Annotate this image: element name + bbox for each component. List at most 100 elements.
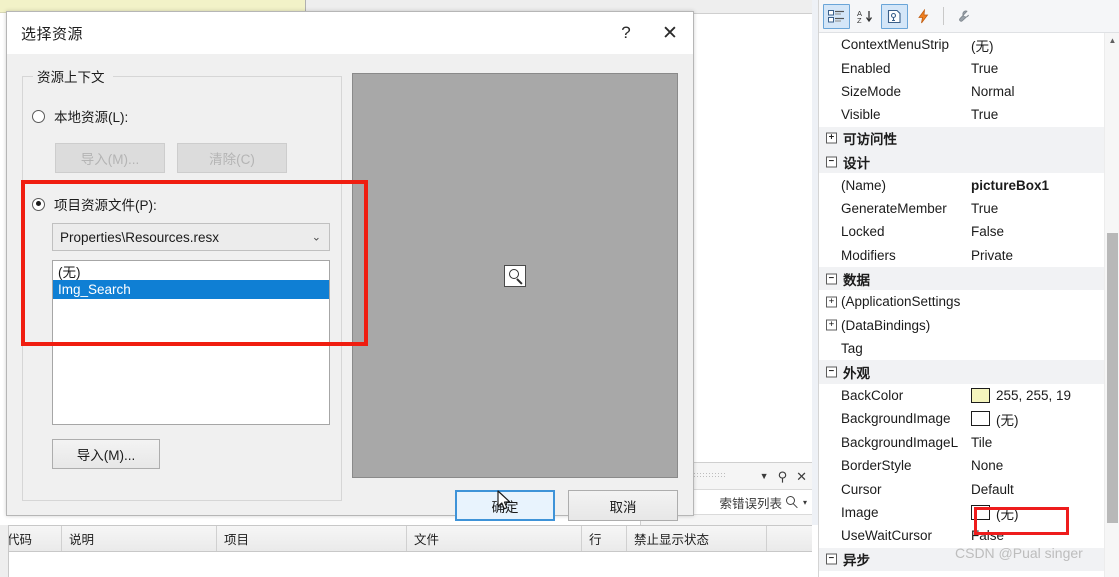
radio-indicator[interactable] [32, 109, 45, 123]
close-icon[interactable]: ✕ [647, 12, 693, 54]
property-row[interactable]: Tag [819, 337, 1119, 361]
magnifier-icon[interactable] [785, 495, 799, 509]
project-import-button[interactable]: 导入(M)... [52, 439, 160, 469]
scrollbar-thumb[interactable] [1107, 233, 1118, 523]
property-value[interactable]: Normal [971, 84, 1119, 99]
property-value[interactable]: pictureBox1 [971, 178, 1119, 193]
property-row[interactable]: ContextMenuStrip (无) [819, 33, 1119, 57]
close-icon[interactable]: ✕ [796, 470, 807, 483]
scroll-up-icon[interactable]: ▲ [1105, 33, 1119, 48]
error-list-grid: 代码 说明 项目 文件 行 禁止显示状态 [0, 525, 812, 577]
property-row[interactable]: Locked False [819, 220, 1119, 244]
column-header-line[interactable]: 行 [582, 526, 627, 551]
property-row[interactable]: (Name) pictureBox1 [819, 173, 1119, 197]
collapse-icon[interactable]: − [826, 366, 837, 378]
radio-indicator[interactable] [32, 197, 45, 211]
resource-file-value: Properties\Resources.resx [60, 229, 220, 245]
radio-project-resource-file[interactable]: 项目资源文件(P): [32, 194, 157, 214]
resource-list-item[interactable]: Img_Search [53, 280, 329, 299]
property-row[interactable]: BackgroundImage (无) [819, 407, 1119, 431]
alphabetical-sort-icon[interactable]: A Z [852, 4, 879, 29]
property-value-text: pictureBox1 [971, 177, 1050, 193]
property-category-row[interactable]: − 外观 [819, 360, 1119, 384]
property-category-row[interactable]: − 异步 [819, 547, 1119, 571]
column-header-suppression-state[interactable]: 禁止显示状态 [627, 526, 767, 551]
property-value[interactable]: None [971, 458, 1119, 473]
collapse-icon[interactable]: − [826, 273, 837, 285]
property-value[interactable]: (无) [971, 35, 1119, 55]
local-clear-button: 清除(C) [177, 143, 287, 173]
property-row[interactable]: GenerateMember True [819, 196, 1119, 221]
search-options-chevron-down-icon[interactable]: ▾ [803, 498, 807, 507]
help-icon[interactable]: ? [605, 12, 647, 54]
property-category-row[interactable]: − 设计 [819, 149, 1119, 174]
ok-button[interactable]: 确定 [455, 490, 555, 521]
property-name: BackgroundImageL [841, 434, 959, 450]
property-value[interactable]: (无) [971, 409, 1119, 429]
events-lightning-icon[interactable] [910, 4, 937, 29]
resource-listbox[interactable]: (无) Img_Search [52, 260, 330, 425]
property-value-text: Private [971, 247, 1014, 263]
resource-list-item[interactable]: (无) [53, 261, 329, 280]
property-row[interactable]: BackgroundImageL Tile [819, 430, 1119, 455]
column-header-code[interactable]: 代码 [0, 526, 62, 551]
property-row[interactable]: Cursor Default [819, 477, 1119, 501]
local-clear-label: 清除(C) [209, 152, 255, 167]
cancel-button[interactable]: 取消 [568, 490, 678, 521]
property-value[interactable]: False [971, 528, 1119, 543]
property-value[interactable]: True [971, 107, 1119, 122]
property-value[interactable]: Private [971, 248, 1119, 263]
property-row[interactable]: + (DataBindings) [819, 313, 1119, 338]
expand-icon[interactable]: + [826, 132, 837, 144]
property-value[interactable]: 255, 255, 19 [971, 388, 1119, 404]
property-value-text: 255, 255, 19 [996, 388, 1072, 404]
property-value-text: Tile [971, 434, 993, 450]
property-row[interactable]: Enabled True [819, 56, 1119, 80]
pin-icon[interactable]: ⚲ [778, 470, 788, 483]
property-row[interactable]: Modifiers Private [819, 243, 1119, 267]
property-value[interactable]: True [971, 201, 1119, 216]
resource-file-dropdown[interactable]: Properties\Resources.resx ⌄ [52, 223, 330, 251]
column-header-file[interactable]: 文件 [407, 526, 582, 551]
property-pages-wrench-icon[interactable] [950, 4, 977, 29]
project-import-label: 导入(M)... [76, 448, 136, 463]
property-name: (ApplicationSettings [841, 294, 961, 310]
property-value[interactable]: (无) [971, 503, 1119, 523]
collapse-icon[interactable]: − [826, 553, 837, 565]
property-name: Enabled [841, 60, 891, 76]
toolbar-separator [943, 7, 944, 25]
properties-list[interactable]: ContextMenuStrip (无) Enabled True SizeMode No… [819, 33, 1119, 577]
property-row[interactable]: Image (无) [819, 500, 1119, 525]
property-value[interactable]: Default [971, 482, 1119, 497]
property-row[interactable]: BackColor 255, 255, 19 [819, 383, 1119, 408]
property-row[interactable]: + (ApplicationSettings [819, 290, 1119, 314]
property-name: GenerateMember [841, 200, 947, 216]
chevron-down-icon[interactable]: ⌄ [312, 231, 321, 244]
collapse-icon[interactable]: − [826, 156, 837, 168]
error-list-dropdown-icon[interactable]: ▼ [760, 471, 769, 481]
property-row[interactable]: SizeMode Normal [819, 79, 1119, 104]
property-row[interactable]: Visible True [819, 103, 1119, 127]
properties-scrollbar[interactable]: ▲ [1104, 33, 1119, 577]
property-row[interactable]: UseWaitCursor False [819, 524, 1119, 548]
property-name: ContextMenuStrip [841, 37, 950, 53]
categorized-view-icon[interactable] [823, 3, 850, 29]
select-resource-dialog: 选择资源 ? ✕ 资源上下文 本地资源(L): 导入(M)... 清除(C) 项… [6, 11, 694, 521]
expand-icon[interactable]: + [826, 296, 837, 308]
property-value[interactable]: Tile [971, 435, 1119, 450]
column-header-project[interactable]: 项目 [217, 526, 407, 551]
properties-page-icon[interactable] [881, 3, 908, 29]
property-value-text: False [971, 528, 1005, 544]
property-category-row[interactable]: − 数据 [819, 266, 1119, 291]
radio-local-resource[interactable]: 本地资源(L): [32, 106, 128, 126]
property-row[interactable]: BorderStyle None [819, 454, 1119, 478]
property-name: BackColor [841, 388, 904, 404]
drag-handle-dots-icon[interactable] [693, 472, 727, 479]
property-value-text: (无) [996, 412, 1019, 428]
property-category-row[interactable]: + 可访问性 [819, 126, 1119, 150]
column-header-description[interactable]: 说明 [62, 526, 217, 551]
color-swatch [971, 505, 990, 520]
property-value[interactable]: True [971, 61, 1119, 76]
property-value[interactable]: False [971, 224, 1119, 239]
expand-icon[interactable]: + [826, 319, 837, 331]
